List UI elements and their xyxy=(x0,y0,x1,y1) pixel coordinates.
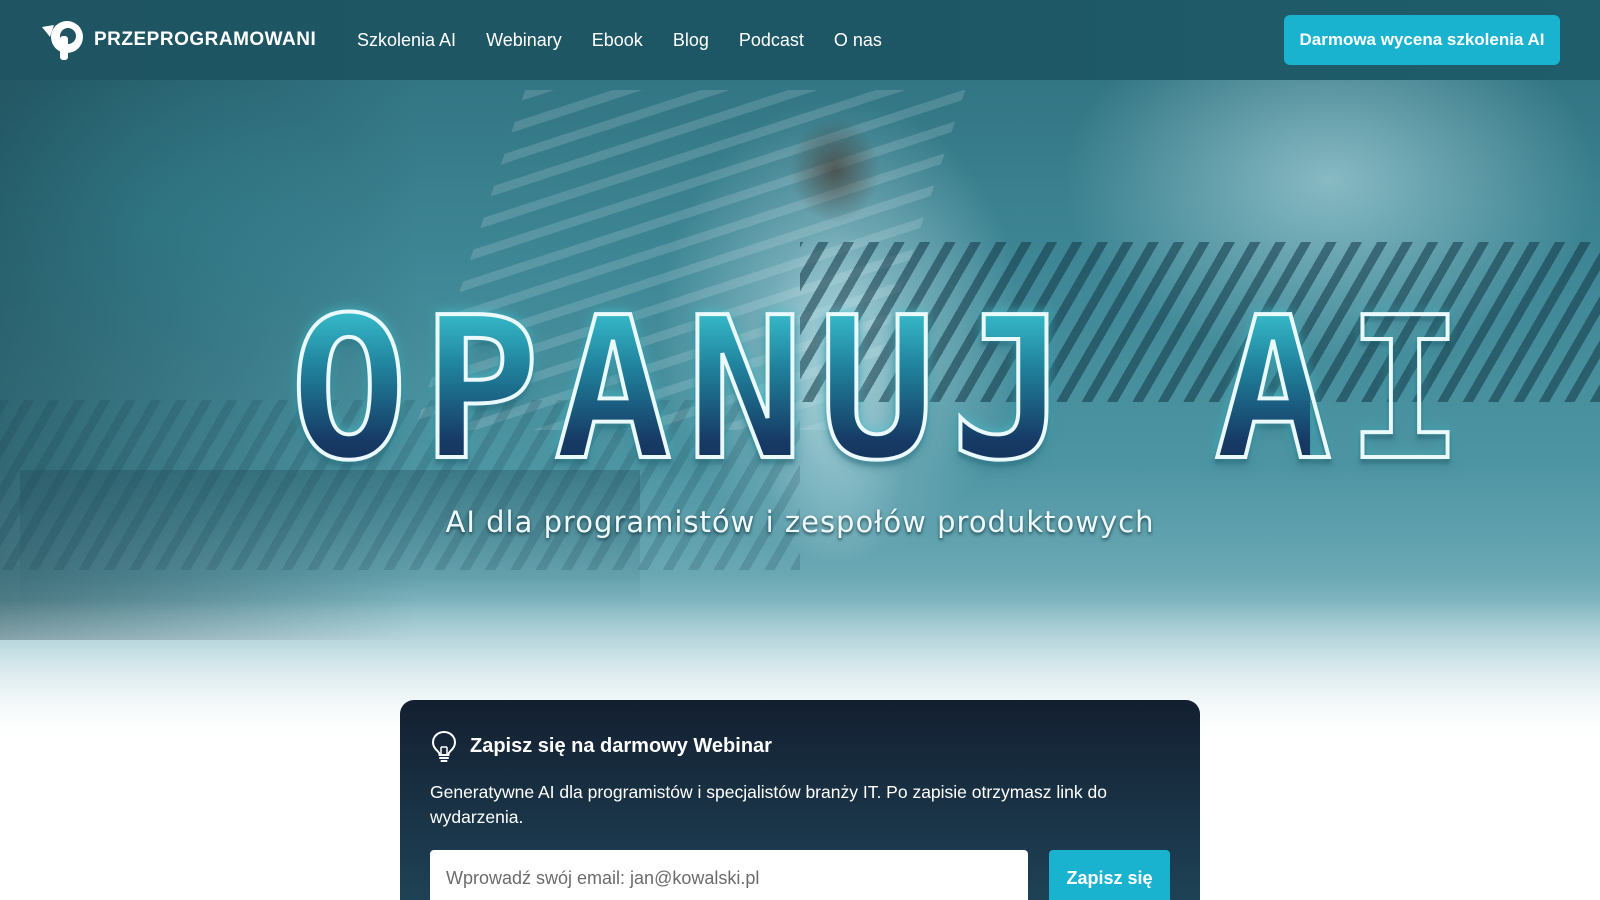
navbar: PRZEPROGRAMOWANI Szkolenia AI Webinary E… xyxy=(0,0,1600,80)
webinar-title-row: Zapisz się na darmowy Webinar xyxy=(430,730,772,762)
main-nav: Szkolenia AI Webinary Ebook Blog Podcast… xyxy=(357,0,912,80)
nav-link-podcast[interactable]: Podcast xyxy=(739,30,804,51)
hero-headline: OPANUJ AI xyxy=(288,276,1479,504)
logo-icon xyxy=(42,21,83,60)
webinar-title: Zapisz się na darmowy Webinar xyxy=(470,734,772,757)
lightbulb-icon xyxy=(431,730,457,762)
nav-link-blog[interactable]: Blog xyxy=(673,30,709,51)
nav-link-webinary[interactable]: Webinary xyxy=(486,30,562,51)
webinar-description: Generatywne AI dla programistów i specja… xyxy=(430,782,1107,827)
logo-link[interactable]: PRZEPROGRAMOWANI xyxy=(40,19,316,61)
nav-link-o-nas[interactable]: O nas xyxy=(834,30,882,51)
logo-text: PRZEPROGRAMOWANI xyxy=(94,29,317,50)
hero-subheadline: AI dla programistów i zespołów produktow… xyxy=(445,505,1155,539)
email-input[interactable] xyxy=(430,850,1028,900)
webinar-signup-card: Zapisz się na darmowy Webinar Generatywn… xyxy=(400,700,1200,900)
free-quote-button[interactable]: Darmowa wycena szkolenia AI xyxy=(1284,15,1560,65)
nav-link-ebook[interactable]: Ebook xyxy=(592,30,643,51)
subscribe-button[interactable]: Zapisz się xyxy=(1049,850,1170,900)
nav-link-szkolenia-ai[interactable]: Szkolenia AI xyxy=(357,30,456,51)
